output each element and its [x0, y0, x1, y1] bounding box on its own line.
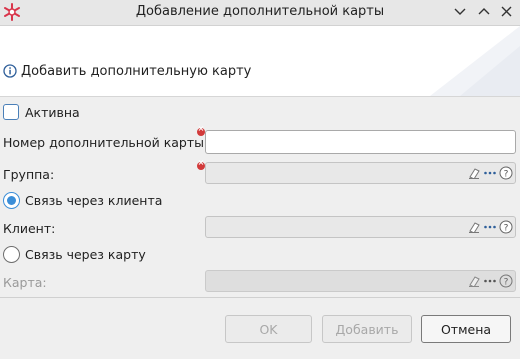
card-number-label: Номер дополнительной карты:: [3, 135, 209, 150]
header-decoration: [430, 26, 520, 96]
clear-eraser-icon: [466, 273, 481, 289]
maximize-button[interactable]: [474, 3, 494, 21]
dialog-header: Добавить дополнительную карту: [0, 26, 520, 97]
svg-text:?: ?: [503, 170, 508, 180]
group-label: Группа:: [3, 167, 55, 182]
link-card-label[interactable]: Связь через карту: [25, 247, 146, 262]
more-dots-icon[interactable]: [482, 165, 497, 181]
client-label: Клиент:: [3, 221, 56, 236]
required-icon: [197, 124, 205, 136]
client-field[interactable]: ?: [205, 216, 516, 238]
link-card-radio[interactable]: [3, 246, 20, 263]
chevron-down-icon: [454, 8, 466, 15]
footer-divider: [0, 297, 520, 298]
clear-eraser-icon[interactable]: [466, 219, 481, 235]
group-field[interactable]: ?: [205, 162, 516, 184]
window-title: Добавление дополнительной карты: [135, 4, 385, 19]
required-icon: [197, 158, 205, 170]
svg-text:?: ?: [503, 224, 508, 234]
info-icon: [3, 64, 17, 78]
card-label: Карта:: [3, 275, 47, 290]
active-label[interactable]: Активна: [25, 105, 80, 120]
card-field: ?: [205, 270, 516, 292]
card-number-input[interactable]: [205, 130, 516, 154]
close-button[interactable]: [497, 3, 517, 21]
more-dots-icon: [482, 273, 497, 289]
add-button[interactable]: Добавить: [322, 315, 412, 343]
close-icon: [501, 6, 512, 17]
clear-eraser-icon[interactable]: [466, 165, 481, 181]
title-bar: Добавление дополнительной карты: [0, 0, 520, 26]
svg-text:?: ?: [503, 278, 508, 288]
help-question-icon[interactable]: ?: [498, 219, 513, 235]
minimize-button[interactable]: [450, 3, 470, 21]
link-client-label[interactable]: Связь через клиента: [25, 193, 162, 208]
more-dots-icon[interactable]: [482, 219, 497, 235]
chevron-up-icon: [478, 8, 490, 15]
cancel-button[interactable]: Отмена: [421, 315, 511, 343]
help-question-icon[interactable]: ?: [498, 165, 513, 181]
help-question-icon: ?: [498, 273, 513, 289]
header-text: Добавить дополнительную карту: [21, 64, 252, 79]
ok-button[interactable]: OK: [225, 315, 312, 343]
link-client-radio[interactable]: [3, 192, 20, 209]
active-checkbox[interactable]: [3, 104, 19, 120]
